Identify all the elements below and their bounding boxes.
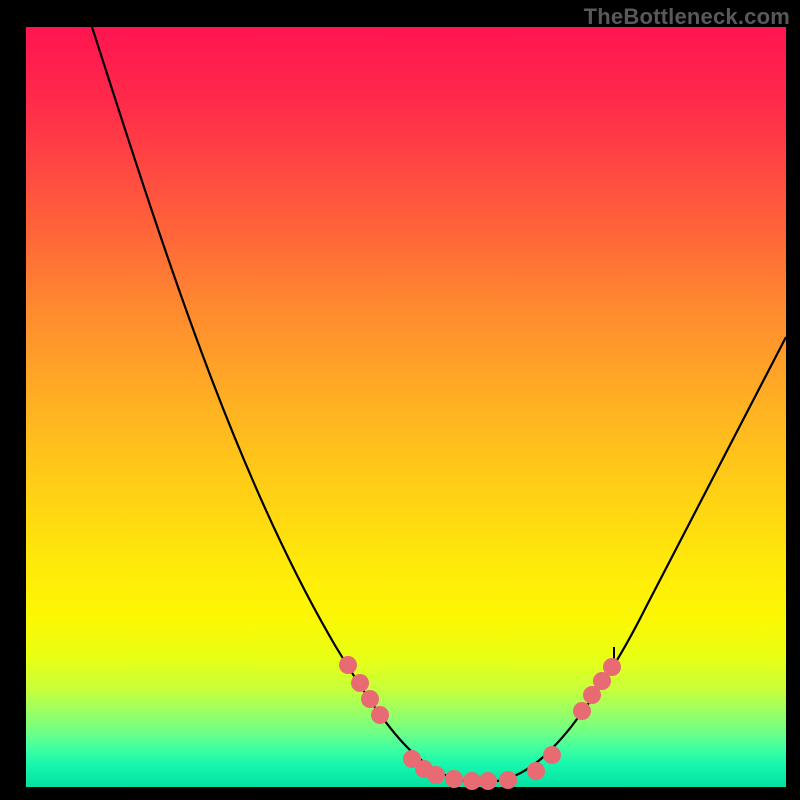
data-dot bbox=[445, 770, 463, 788]
data-dot bbox=[361, 690, 379, 708]
chart-svg bbox=[26, 27, 786, 787]
chart-frame bbox=[26, 27, 786, 787]
data-dot bbox=[351, 674, 369, 692]
data-dot bbox=[463, 772, 481, 790]
data-dot bbox=[543, 746, 561, 764]
data-dot bbox=[603, 658, 621, 676]
watermark-text: TheBottleneck.com bbox=[584, 4, 790, 30]
data-dot bbox=[479, 772, 497, 790]
data-dot bbox=[339, 656, 357, 674]
dot-cluster bbox=[339, 656, 621, 790]
data-dot bbox=[427, 766, 445, 784]
data-dot bbox=[573, 702, 591, 720]
data-dot bbox=[499, 771, 517, 789]
data-dot bbox=[371, 706, 389, 724]
v-curve bbox=[92, 27, 786, 782]
data-dot bbox=[527, 762, 545, 780]
